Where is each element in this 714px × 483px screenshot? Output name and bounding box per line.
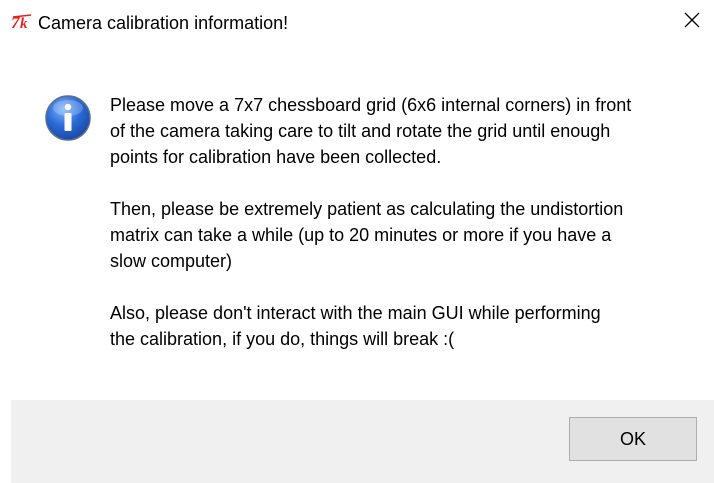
message-dialog: 7 k Camera calibration information! Plea… bbox=[0, 0, 714, 483]
message-text: Please move a 7x7 chessboard grid (6x6 i… bbox=[110, 92, 700, 378]
tk-feather-icon: 7 k bbox=[11, 13, 33, 32]
info-icon bbox=[44, 94, 92, 142]
close-icon bbox=[684, 12, 700, 33]
message-paragraph-2: Then, please be extremely patient as cal… bbox=[110, 199, 624, 271]
window-title: Camera calibration information! bbox=[38, 13, 289, 33]
svg-text:k: k bbox=[20, 16, 28, 31]
dialog-content: Please move a 7x7 chessboard grid (6x6 i… bbox=[0, 44, 714, 400]
message-paragraph-3: Also, please don't interact with the mai… bbox=[110, 303, 601, 349]
title-bar[interactable]: 7 k Camera calibration information! bbox=[0, 0, 714, 44]
ok-button[interactable]: OK bbox=[569, 417, 697, 461]
button-bar: OK bbox=[11, 400, 714, 483]
message-paragraph-1: Please move a 7x7 chessboard grid (6x6 i… bbox=[110, 95, 632, 167]
close-button[interactable] bbox=[670, 0, 714, 44]
